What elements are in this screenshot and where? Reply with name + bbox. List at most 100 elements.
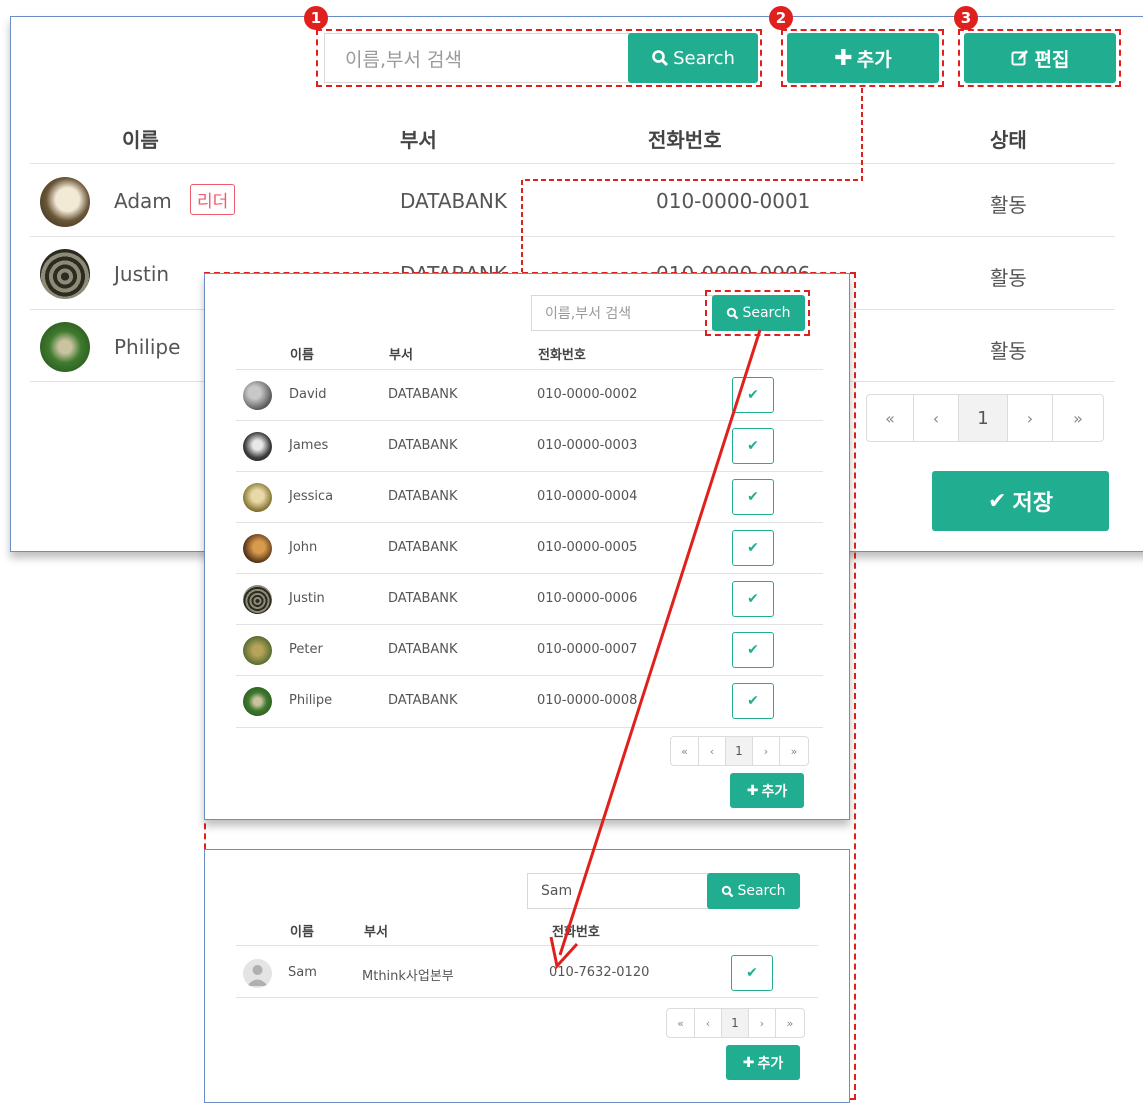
page-last[interactable]: »	[779, 737, 808, 765]
member-dept: DATABANK	[388, 387, 458, 402]
avatar	[243, 483, 272, 512]
member-name: James	[289, 438, 329, 453]
annotation-marker-2: 2	[769, 6, 793, 30]
leader-badge: 리더	[190, 184, 236, 215]
row-divider	[236, 573, 823, 574]
avatar	[243, 381, 272, 410]
member-dept: DATABANK	[388, 438, 458, 453]
avatar	[243, 636, 272, 665]
member-status: 활동	[990, 339, 1027, 363]
select-checkbox[interactable]: ✔	[732, 683, 774, 719]
avatar	[243, 432, 272, 461]
member-dept: DATABANK	[388, 489, 458, 504]
member-name: David	[289, 387, 327, 402]
page-next[interactable]: ›	[748, 1009, 775, 1037]
column-header-name: 이름	[122, 128, 159, 152]
select-checkbox[interactable]: ✔	[732, 581, 774, 617]
annotation-marker-1: 1	[304, 6, 328, 30]
select-checkbox[interactable]: ✔	[732, 530, 774, 566]
check-icon: ✔	[747, 387, 759, 403]
check-icon: ✔	[747, 591, 759, 607]
result-column-name: 이름	[290, 925, 314, 940]
member-name: Justin	[114, 262, 170, 286]
member-name: Justin	[289, 591, 325, 606]
member-phone: 010-0000-0007	[537, 642, 638, 657]
check-icon: ✔	[747, 540, 759, 556]
member-dept: DATABANK	[388, 540, 458, 555]
check-icon: ✔	[747, 438, 759, 454]
popup-search-input[interactable]: 이름,부서 검색	[531, 295, 713, 331]
result-add-button[interactable]: ✚ 추가	[726, 1045, 800, 1080]
page-last[interactable]: »	[1052, 395, 1103, 441]
check-icon: ✔	[988, 488, 1007, 514]
header-divider	[30, 163, 1115, 164]
page-next[interactable]: ›	[1007, 395, 1052, 441]
avatar	[40, 177, 90, 227]
page-prev[interactable]: ‹	[694, 1009, 721, 1037]
check-icon: ✔	[747, 693, 759, 709]
member-dept: DATABANK	[388, 693, 458, 708]
plus-icon: ✚	[746, 782, 759, 799]
avatar	[243, 585, 272, 614]
annotation-box-2	[781, 29, 944, 87]
annotation-box-3	[958, 29, 1121, 87]
result-search-button-label: Search	[737, 883, 786, 899]
member-phone: 010-0000-0002	[537, 387, 638, 402]
member-phone: 010-7632-0120	[549, 965, 650, 980]
select-checkbox[interactable]: ✔	[732, 428, 774, 464]
row-divider	[236, 675, 823, 676]
row-divider	[236, 997, 818, 998]
result-search-button[interactable]: Search	[707, 873, 800, 909]
page-last[interactable]: »	[775, 1009, 804, 1037]
member-phone: 010-0000-0003	[537, 438, 638, 453]
row-divider	[236, 471, 823, 472]
search-icon	[722, 885, 734, 897]
popup-pagination: « ‹ 1 › »	[670, 736, 809, 766]
column-header-status: 상태	[990, 128, 1027, 152]
row-divider	[30, 236, 1115, 237]
page-prev[interactable]: ‹	[698, 737, 725, 765]
popup-add-button[interactable]: ✚ 추가	[730, 773, 804, 808]
page-current[interactable]: 1	[725, 737, 752, 765]
page-first[interactable]: «	[867, 395, 913, 441]
member-phone: 010-0000-0008	[537, 693, 638, 708]
member-phone: 010-0000-0006	[537, 591, 638, 606]
row-divider	[236, 624, 823, 625]
result-pagination: « ‹ 1 › »	[666, 1008, 805, 1038]
row-divider	[236, 522, 823, 523]
plus-icon: ✚	[742, 1054, 755, 1071]
annotation-box-popup-search	[705, 290, 810, 336]
avatar	[243, 687, 272, 716]
page-next[interactable]: ›	[752, 737, 779, 765]
member-dept: DATABANK	[388, 591, 458, 606]
page-prev[interactable]: ‹	[913, 395, 958, 441]
column-header-dept: 부서	[400, 128, 437, 152]
result-column-dept: 부서	[364, 925, 388, 940]
member-dept: DATABANK	[388, 642, 458, 657]
select-checkbox[interactable]: ✔	[731, 955, 773, 991]
user-placeholder-icon	[243, 959, 272, 988]
member-name: Adam	[114, 189, 172, 213]
check-icon: ✔	[747, 642, 759, 658]
annotation-marker-3: 3	[954, 6, 978, 30]
member-status: 활동	[990, 266, 1027, 290]
popup-column-name: 이름	[290, 348, 314, 363]
select-checkbox[interactable]: ✔	[732, 632, 774, 668]
popup-column-dept: 부서	[389, 348, 413, 363]
column-header-phone: 전화번호	[648, 128, 722, 152]
member-dept: DATABANK	[400, 189, 508, 213]
result-column-phone: 전화번호	[552, 925, 600, 940]
page-first[interactable]: «	[671, 737, 698, 765]
page-first[interactable]: «	[667, 1009, 694, 1037]
result-search-input[interactable]: Sam	[527, 873, 709, 909]
select-checkbox[interactable]: ✔	[732, 377, 774, 413]
result-header-divider	[236, 945, 818, 946]
page-current[interactable]: 1	[958, 395, 1007, 441]
annotation-box-1	[316, 29, 762, 87]
select-checkbox[interactable]: ✔	[732, 479, 774, 515]
page-current[interactable]: 1	[721, 1009, 748, 1037]
save-button-label: 저장	[1012, 491, 1053, 516]
check-icon: ✔	[746, 965, 758, 981]
member-status: 활동	[990, 193, 1027, 217]
save-button[interactable]: ✔ 저장	[932, 471, 1109, 531]
